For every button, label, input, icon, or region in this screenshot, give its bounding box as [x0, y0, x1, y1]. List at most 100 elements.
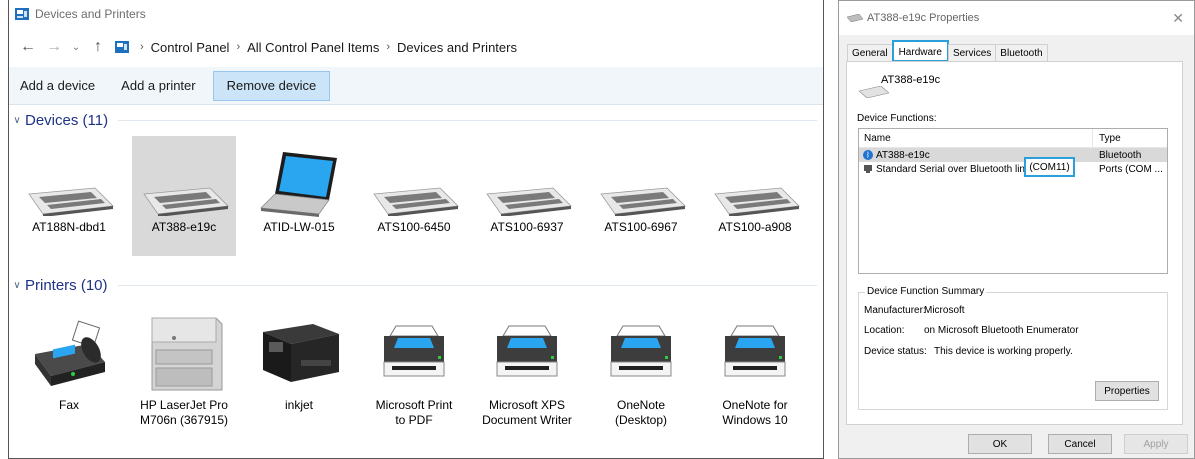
close-icon[interactable]: ✕ — [1172, 10, 1184, 27]
device-label: ATS100-6450 — [377, 220, 451, 234]
dialog-title: AT388-e19c Properties — [867, 12, 980, 24]
forward-arrow-icon[interactable]: → — [41, 34, 67, 60]
device-tile[interactable]: ATS100-6450 — [362, 136, 466, 256]
properties-button[interactable]: Properties — [1095, 381, 1159, 401]
hardware-tab-panel: AT388-e19c Device Functions: Name Type ᛒ… — [846, 61, 1183, 425]
list-header: Name Type — [859, 128, 1167, 148]
keyboard-icon — [486, 187, 572, 216]
manufacturer-value: Microsoft — [924, 305, 965, 316]
devices-group-header[interactable]: ∨ Devices (11) — [9, 107, 823, 133]
printers-group-header[interactable]: ∨ Printers (10) — [9, 272, 823, 298]
printer-label-line2: Windows 10 — [722, 413, 788, 427]
breadcrumb-all-items[interactable]: All Control Panel Items — [247, 40, 379, 55]
collapse-chevron-icon[interactable]: ∨ — [9, 115, 25, 126]
printer-label: Fax — [58, 398, 79, 412]
up-arrow-icon[interactable]: ↑ — [85, 34, 111, 60]
printer-tile[interactable]: Fax — [17, 300, 121, 450]
inkjet-printer-icon — [263, 324, 339, 382]
printers-group-label: Printers (10) — [25, 276, 108, 294]
printer-tile[interactable]: OneNote (Desktop) — [589, 300, 693, 450]
bluetooth-icon: ᛒ — [863, 150, 873, 160]
command-bar: Add a device Add a printer Remove device — [9, 67, 823, 105]
keyboard-small-icon — [847, 14, 863, 22]
device-tile[interactable]: AT188N-dbd1 — [17, 136, 121, 256]
printer-label-line2: M706n (367915) — [139, 413, 229, 427]
cancel-button[interactable]: Cancel — [1048, 434, 1112, 454]
keyboard-icon — [143, 187, 229, 216]
printer-label: inkjet — [284, 398, 313, 412]
breadcrumb-separator[interactable]: › — [236, 41, 240, 53]
device-label: AT188N-dbd1 — [32, 220, 106, 234]
row-name: AT388-e19c — [876, 149, 930, 161]
com-port-highlight: (COM11) — [1024, 157, 1075, 177]
location-label: Location: — [864, 325, 905, 336]
printer-label: OneNote — [616, 398, 666, 412]
summary-title: Device Function Summary — [865, 286, 987, 297]
breadcrumb-separator[interactable]: › — [140, 41, 144, 53]
device-functions-list[interactable]: Name Type ᛒ AT388-e19c Bluetooth Standard… — [858, 128, 1168, 274]
column-name-header[interactable]: Name — [859, 133, 1092, 144]
device-label: ATS100-6937 — [490, 220, 564, 234]
apply-button[interactable]: Apply — [1124, 434, 1188, 454]
printer-tile[interactable]: Microsoft XPS Document Writer — [475, 300, 579, 450]
device-tile[interactable]: ATS100-6937 — [475, 136, 579, 256]
back-arrow-icon[interactable]: ← — [15, 34, 41, 60]
devices-printers-app-icon — [15, 7, 29, 20]
device-tile[interactable]: ATID-LW-015 — [247, 136, 351, 256]
printer-tile[interactable]: inkjet — [247, 300, 351, 450]
address-bar: ← → ⌄ ↑ › Control Panel › All Control Pa… — [9, 27, 823, 67]
manufacturer-label: Manufacturer: — [864, 305, 926, 316]
printer-icon — [383, 325, 445, 377]
printer-tile[interactable]: OneNote for Windows 10 — [703, 300, 807, 450]
device-tile[interactable]: ATS100-6967 — [589, 136, 693, 256]
device-name: AT388-e19c — [881, 74, 941, 86]
devices-group-label: Devices (11) — [25, 111, 109, 129]
device-tile-selected[interactable]: AT388-e19c — [132, 136, 236, 256]
laptop-icon — [260, 152, 337, 217]
status-label: Device status: — [864, 346, 927, 357]
tab-hardware[interactable]: Hardware — [891, 40, 949, 62]
printer-label-line2: (Desktop) — [614, 413, 667, 427]
printer-label-line2: to PDF — [395, 413, 433, 427]
device-label: ATID-LW-015 — [263, 220, 335, 234]
ok-button[interactable]: OK — [968, 434, 1032, 454]
device-label: ATS100-a908 — [718, 220, 792, 234]
printer-tile[interactable]: HP LaserJet Pro M706n (367915) — [132, 300, 236, 450]
breadcrumb-control-panel[interactable]: Control Panel — [151, 40, 230, 55]
column-type-header[interactable]: Type — [1092, 128, 1121, 148]
keyboard-icon — [373, 187, 459, 216]
group-divider — [118, 119, 817, 121]
fax-icon — [35, 320, 105, 386]
serial-port-icon — [864, 165, 872, 173]
printer-label-line2: Document Writer — [482, 413, 572, 427]
printer-icon — [496, 325, 558, 377]
tab-strip: General Hardware Services Bluetooth — [847, 40, 1048, 62]
row-name: Standard Serial over Bluetooth link — [876, 163, 1030, 175]
window-title: Devices and Printers — [35, 6, 146, 21]
breadcrumb-devices-printers[interactable]: Devices and Printers — [397, 40, 517, 55]
list-row[interactable]: Standard Serial over Bluetooth link Port… — [859, 162, 1167, 176]
status-row: Device status: This device is working pro… — [864, 346, 1073, 357]
printer-tile[interactable]: Microsoft Print to PDF — [362, 300, 466, 450]
printer-label: Microsoft XPS — [488, 398, 566, 412]
keyboard-icon — [714, 187, 800, 216]
printer-label: HP LaserJet Pro — [140, 398, 228, 412]
device-properties-dialog: AT388-e19c Properties ✕ General Hardware… — [838, 0, 1195, 459]
add-device-button[interactable]: Add a device — [11, 71, 104, 101]
device-tile[interactable]: ATS100-a908 — [703, 136, 807, 256]
keyboard-icon — [600, 187, 686, 216]
list-row[interactable]: ᛒ AT388-e19c Bluetooth — [859, 148, 1167, 162]
add-printer-button[interactable]: Add a printer — [112, 71, 204, 101]
printer-label: Microsoft Print — [375, 398, 453, 412]
tab-general[interactable]: General — [847, 44, 893, 62]
location-value: on Microsoft Bluetooth Enumerator — [924, 325, 1079, 336]
tab-services[interactable]: Services — [947, 44, 997, 62]
tab-bluetooth[interactable]: Bluetooth — [995, 44, 1048, 62]
breadcrumb-separator[interactable]: › — [386, 41, 390, 53]
remove-device-button[interactable]: Remove device — [212, 70, 331, 101]
collapse-chevron-icon[interactable]: ∨ — [9, 280, 25, 291]
devices-and-printers-window: Devices and Printers ← → ⌄ ↑ › Control P… — [8, 0, 824, 459]
laser-printer-icon — [151, 317, 223, 391]
recent-locations-chevron-icon[interactable]: ⌄ — [67, 34, 85, 60]
keyboard-icon — [859, 86, 889, 98]
